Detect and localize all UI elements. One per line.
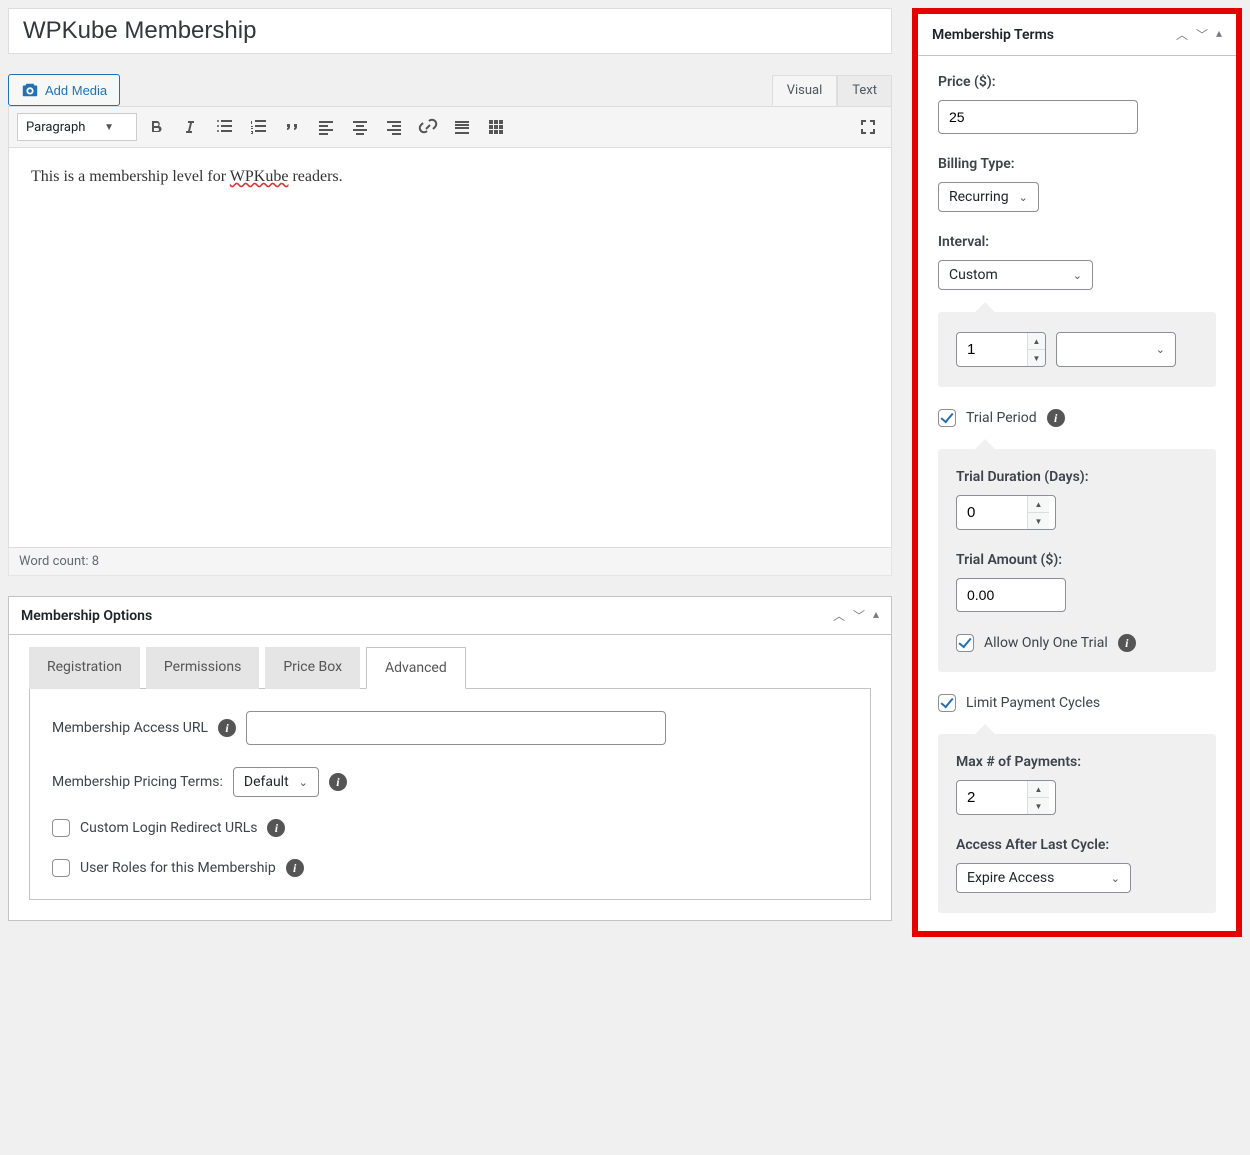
move-up-icon[interactable]: ︿	[1176, 26, 1188, 43]
membership-terms-title: Membership Terms	[932, 27, 1054, 43]
word-count: Word count: 8	[19, 554, 99, 569]
move-down-icon[interactable]: ﹀	[1196, 26, 1208, 43]
price-input[interactable]	[938, 100, 1138, 134]
price-label: Price ($):	[938, 74, 1216, 90]
user-roles-checkbox[interactable]	[52, 859, 70, 877]
italic-button[interactable]	[175, 112, 205, 142]
billing-type-label: Billing Type:	[938, 156, 1216, 172]
tab-price-box[interactable]: Price Box	[265, 647, 360, 689]
toolbar-toggle-button[interactable]	[481, 112, 511, 142]
tab-visual[interactable]: Visual	[772, 75, 838, 106]
editor-toolbar: Paragraph ▼	[8, 106, 892, 148]
trial-panel: Trial Duration (Days): ▲▼ Trial Amount (…	[938, 449, 1216, 672]
title-input[interactable]	[8, 8, 892, 54]
add-media-label: Add Media	[45, 83, 107, 98]
ol-button[interactable]	[243, 112, 273, 142]
info-icon[interactable]: i	[1047, 409, 1065, 427]
camera-icon	[21, 81, 39, 99]
align-center-button[interactable]	[345, 112, 375, 142]
membership-options-title: Membership Options	[21, 608, 152, 624]
info-icon[interactable]: i	[286, 859, 304, 877]
step-up-icon[interactable]: ▲	[1028, 781, 1049, 798]
trial-period-checkbox[interactable]	[938, 409, 956, 427]
interval-select[interactable]: Custom ⌄	[938, 260, 1093, 290]
pricing-terms-select[interactable]: Default ⌄	[233, 767, 319, 797]
access-url-input[interactable]	[246, 711, 666, 745]
trial-amount-input[interactable]	[956, 578, 1066, 612]
tab-permissions[interactable]: Permissions	[146, 647, 259, 689]
move-down-icon[interactable]: ﹀	[853, 607, 865, 624]
bold-button[interactable]	[141, 112, 171, 142]
step-up-icon[interactable]: ▲	[1028, 333, 1045, 350]
trial-amount-label: Trial Amount ($):	[956, 552, 1198, 568]
editor-content[interactable]: This is a membership level for WPKube re…	[8, 148, 892, 548]
tab-advanced[interactable]: Advanced	[366, 647, 466, 689]
trial-period-label: Trial Period	[966, 410, 1037, 426]
step-down-icon[interactable]: ▼	[1028, 513, 1049, 529]
access-after-label: Access After Last Cycle:	[956, 837, 1198, 853]
membership-options-box: Membership Options ︿ ﹀ ▴ Registration Pe…	[8, 596, 892, 921]
toggle-panel-icon[interactable]: ▴	[873, 607, 879, 624]
custom-interval-panel: ▲▼ ⌄	[938, 312, 1216, 387]
max-payments-input[interactable]: ▲▼	[956, 780, 1056, 815]
align-left-button[interactable]	[311, 112, 341, 142]
toggle-panel-icon[interactable]: ▴	[1216, 26, 1222, 43]
chevron-down-icon: ⌄	[1111, 872, 1120, 885]
ul-button[interactable]	[209, 112, 239, 142]
chevron-down-icon: ▼	[104, 122, 114, 133]
format-select[interactable]: Paragraph ▼	[17, 113, 137, 141]
custom-login-label: Custom Login Redirect URLs	[80, 820, 257, 836]
pricing-terms-label: Membership Pricing Terms:	[52, 774, 223, 790]
quote-button[interactable]	[277, 112, 307, 142]
step-up-icon[interactable]: ▲	[1028, 496, 1049, 513]
custom-interval-amount[interactable]: ▲▼	[956, 332, 1046, 367]
tab-registration[interactable]: Registration	[29, 647, 140, 689]
info-icon[interactable]: i	[1118, 634, 1136, 652]
limit-cycles-label: Limit Payment Cycles	[966, 695, 1100, 711]
user-roles-label: User Roles for this Membership	[80, 860, 276, 876]
more-button[interactable]	[447, 112, 477, 142]
link-button[interactable]	[413, 112, 443, 142]
step-down-icon[interactable]: ▼	[1028, 798, 1049, 814]
access-after-select[interactable]: Expire Access ⌄	[956, 863, 1131, 893]
align-right-button[interactable]	[379, 112, 409, 142]
chevron-down-icon: ⌄	[1156, 343, 1165, 356]
limit-cycles-panel: Max # of Payments: ▲▼ Access After Last …	[938, 734, 1216, 913]
info-icon[interactable]: i	[267, 819, 285, 837]
trial-duration-input[interactable]: ▲▼	[956, 495, 1056, 530]
chevron-down-icon: ⌄	[299, 776, 308, 789]
editor-status-bar: Word count: 8	[8, 548, 892, 576]
max-payments-label: Max # of Payments:	[956, 754, 1198, 770]
chevron-down-icon: ⌄	[1073, 269, 1082, 282]
one-trial-label: Allow Only One Trial	[984, 635, 1108, 651]
tab-text[interactable]: Text	[837, 75, 892, 106]
fullscreen-button[interactable]	[853, 112, 883, 142]
billing-type-select[interactable]: Recurring ⌄	[938, 182, 1039, 212]
limit-cycles-checkbox[interactable]	[938, 694, 956, 712]
step-down-icon[interactable]: ▼	[1028, 350, 1045, 366]
membership-terms-highlight: Membership Terms ︿ ﹀ ▴ Price ($): Billin…	[912, 8, 1242, 937]
trial-duration-label: Trial Duration (Days):	[956, 469, 1198, 485]
custom-login-checkbox[interactable]	[52, 819, 70, 837]
info-icon[interactable]: i	[218, 719, 236, 737]
custom-interval-unit-select[interactable]: ⌄	[1056, 332, 1176, 367]
move-up-icon[interactable]: ︿	[833, 607, 845, 624]
chevron-down-icon: ⌄	[1019, 191, 1028, 204]
access-url-label: Membership Access URL	[52, 720, 208, 736]
info-icon[interactable]: i	[329, 773, 347, 791]
add-media-button[interactable]: Add Media	[8, 74, 120, 106]
interval-label: Interval:	[938, 234, 1216, 250]
one-trial-checkbox[interactable]	[956, 634, 974, 652]
